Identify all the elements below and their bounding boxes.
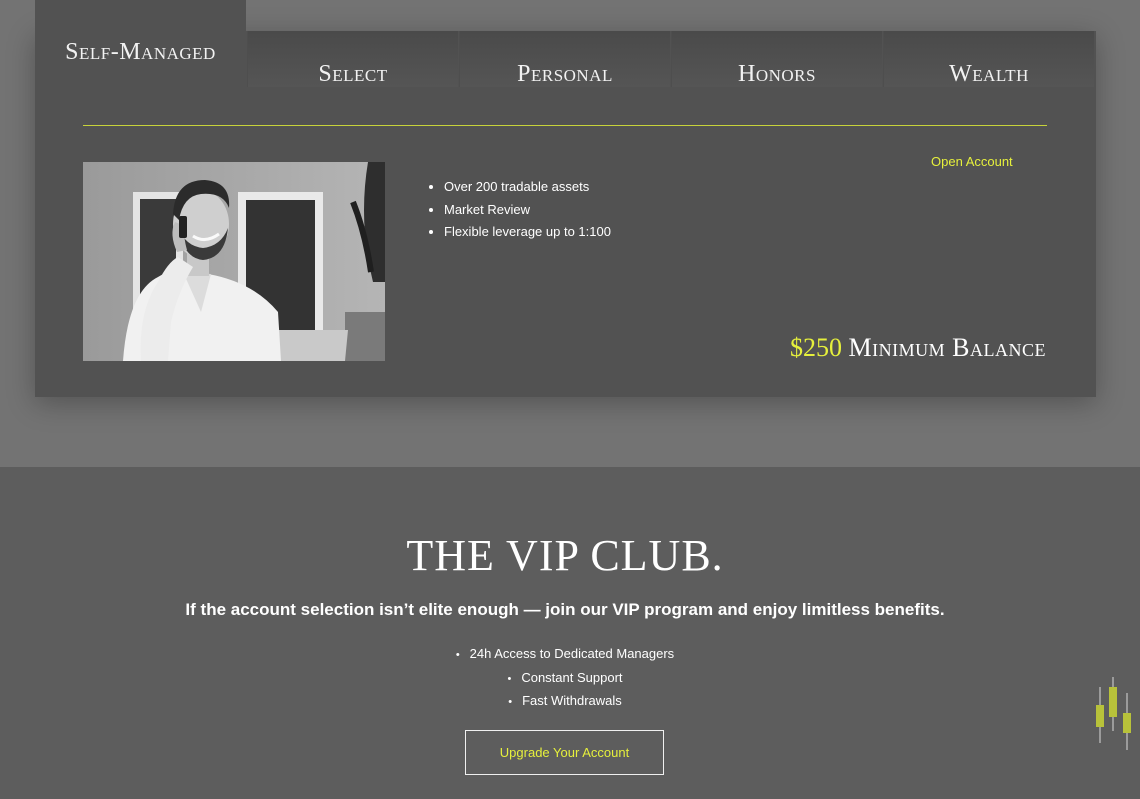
tab-personal[interactable]: Personal <box>459 31 670 87</box>
feature-item: Flexible leverage up to 1:100 <box>444 221 611 244</box>
vip-club-title: THE VIP CLUB. <box>406 531 724 580</box>
minimum-balance: $250 Minimum Balance <box>790 333 1046 363</box>
account-tabs: Self-Managed Select Personal Honors Weal… <box>35 0 1096 87</box>
tab-select[interactable]: Select <box>247 31 458 87</box>
accent-divider <box>83 125 1047 126</box>
tab-honors[interactable]: Honors <box>671 31 882 87</box>
benefit-item: 24h Access to Dedicated Managers <box>0 643 1130 667</box>
feature-item: Over 200 tradable assets <box>444 176 611 199</box>
tab-self-managed[interactable]: Self-Managed <box>35 0 246 87</box>
benefit-item: Constant Support <box>0 667 1130 691</box>
minimum-balance-amount: $250 <box>790 333 843 362</box>
tab-label: Honors <box>738 61 816 87</box>
tab-label: Self-Managed <box>65 39 216 65</box>
candlestick-chart-icon[interactable] <box>1090 675 1140 755</box>
tab-label: Select <box>318 61 388 87</box>
benefit-item: Fast Withdrawals <box>0 690 1130 714</box>
minimum-balance-label: Minimum Balance <box>848 333 1046 362</box>
feature-item: Market Review <box>444 199 611 222</box>
vip-club-subtitle: If the account selection isn’t elite eno… <box>185 600 945 619</box>
vip-benefits-list: 24h Access to Dedicated Managers Constan… <box>0 643 1130 714</box>
upgrade-account-button[interactable]: Upgrade Your Account <box>465 730 664 775</box>
tab-wealth[interactable]: Wealth <box>883 31 1094 87</box>
open-account-link[interactable]: Open Account <box>931 154 1013 169</box>
man-on-phone-photo <box>83 162 385 361</box>
account-features-list: Over 200 tradable assets Market Review F… <box>426 176 611 244</box>
tab-label: Personal <box>517 61 613 87</box>
tab-label: Wealth <box>949 61 1029 87</box>
